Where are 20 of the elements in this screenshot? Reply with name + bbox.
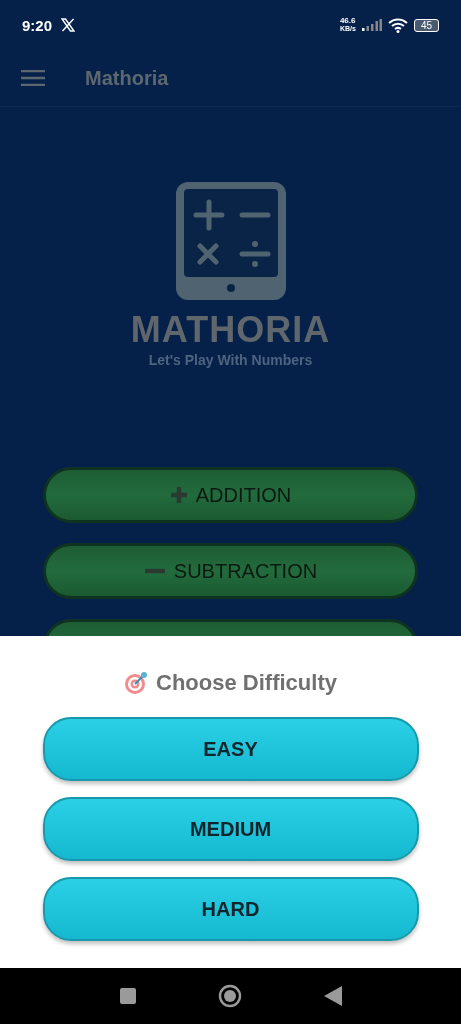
wifi-icon: [387, 17, 408, 33]
difficulty-button[interactable]: MEDIUM: [42, 797, 419, 861]
x-notification-icon: [61, 18, 76, 32]
clock-time: 9:20: [22, 16, 53, 34]
logo-tagline: Let's Play With Numbers: [148, 352, 313, 368]
plus-icon: [169, 486, 188, 504]
network-speed: 46.6: [339, 17, 356, 25]
target-icon: [124, 671, 149, 695]
difficulty-button[interactable]: EASY: [42, 717, 419, 781]
app-title: Mathoria: [85, 66, 169, 90]
back-icon[interactable]: [323, 986, 342, 1006]
sheet-title: Choose Difficulty: [156, 670, 337, 696]
signal-icon: [361, 19, 382, 31]
home-icon[interactable]: [217, 984, 242, 1008]
recents-icon[interactable]: [119, 988, 136, 1004]
battery-indicator: 45: [413, 18, 439, 32]
logo-title: MATHORIA: [130, 310, 331, 350]
difficulty-button[interactable]: HARD: [42, 877, 419, 941]
calculator-tablet-icon: [175, 182, 286, 300]
menu-icon[interactable]: [21, 70, 45, 86]
